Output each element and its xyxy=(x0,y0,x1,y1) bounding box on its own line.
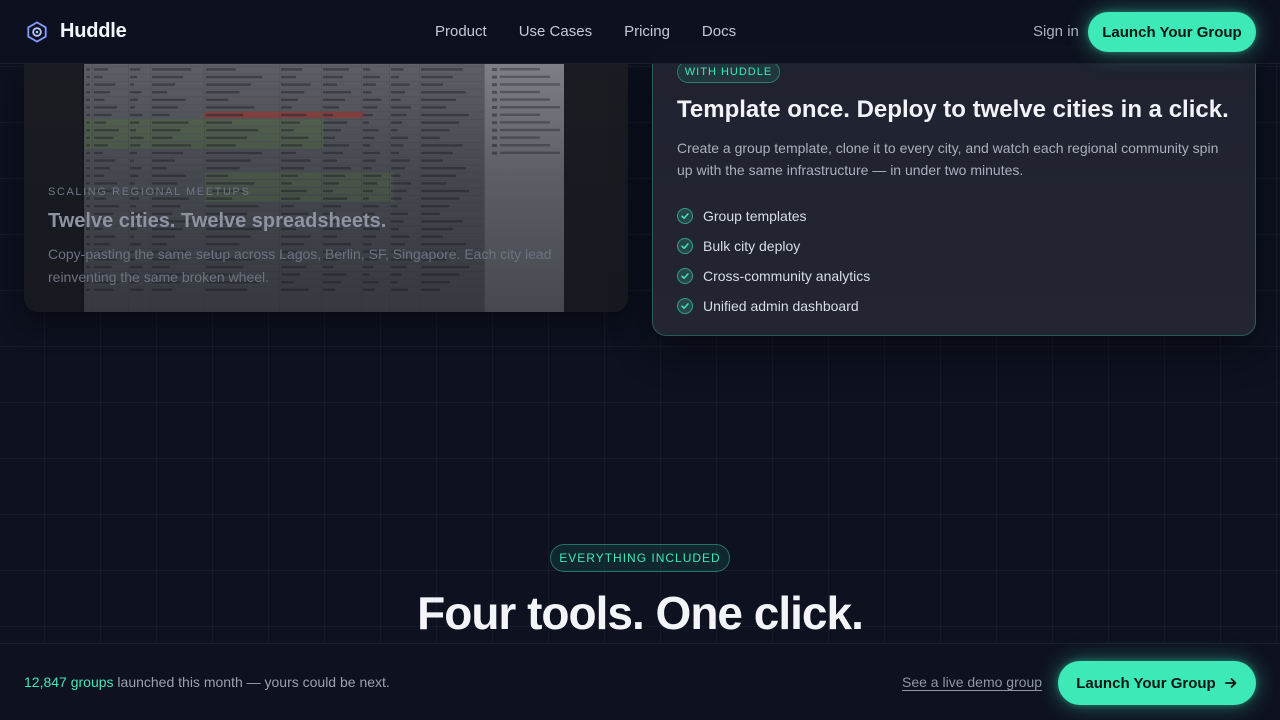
check-circle-icon xyxy=(677,298,693,314)
groups-count: 12,847 groups xyxy=(24,674,114,690)
section-title: Four tools. One click. xyxy=(417,587,864,639)
logo-icon xyxy=(27,20,47,43)
feature-label: Unified admin dashboard xyxy=(703,298,859,314)
nav-link-product[interactable]: Product xyxy=(435,23,487,40)
everything-included-badge: EVERYTHING INCLUDED xyxy=(550,544,730,572)
feature-list: Group templates Bulk city deploy Cross-c… xyxy=(677,201,870,321)
launch-group-footer-button[interactable]: Launch Your Group xyxy=(1058,661,1256,705)
launch-group-footer-label: Launch Your Group xyxy=(1076,674,1216,692)
brand[interactable]: Huddle xyxy=(26,20,127,43)
before-eyebrow: SCALING REGIONAL MEETUPS xyxy=(48,186,251,198)
before-card: SCALING REGIONAL MEETUPS Twelve cities. … xyxy=(24,64,628,312)
top-nav: Huddle Product Use Cases Pricing Docs Si… xyxy=(0,0,1280,64)
feature-label: Cross-community analytics xyxy=(703,268,871,284)
nav-link-pricing[interactable]: Pricing xyxy=(624,23,670,40)
live-demo-link[interactable]: See a live demo group xyxy=(902,674,1042,690)
nav-link-use-cases[interactable]: Use Cases xyxy=(519,23,592,40)
check-circle-icon xyxy=(677,268,693,284)
feature-item: Group templates xyxy=(677,201,870,231)
feature-item: Cross-community analytics xyxy=(677,261,870,291)
before-title: Twelve cities. Twelve spreadsheets. xyxy=(48,210,387,232)
nav-links: Product Use Cases Pricing Docs xyxy=(435,23,736,40)
before-description: Copy-pasting the same setup across Lagos… xyxy=(48,246,552,285)
feature-label: Bulk city deploy xyxy=(703,238,801,254)
launch-stats-text: 12,847 groups launched this month — your… xyxy=(24,674,390,690)
feature-label: Group templates xyxy=(703,208,807,224)
check-circle-icon xyxy=(677,208,693,224)
launch-stats-suffix: launched this month — yours could be nex… xyxy=(113,674,390,690)
arrow-right-icon xyxy=(1224,678,1237,688)
after-title: Template once. Deploy to twelve cities i… xyxy=(677,96,1229,123)
after-description: Create a group template, clone it to eve… xyxy=(677,140,1219,178)
launch-group-button[interactable]: Launch Your Group xyxy=(1088,12,1256,52)
after-card: WITH HUDDLE Template once. Deploy to twe… xyxy=(652,46,1256,336)
with-huddle-badge: WITH HUDDLE xyxy=(677,61,780,83)
brand-name: Huddle xyxy=(60,20,127,42)
feature-item: Bulk city deploy xyxy=(677,231,870,261)
feature-item: Unified admin dashboard xyxy=(677,291,870,321)
sign-in-link[interactable]: Sign in xyxy=(1033,23,1079,40)
sticky-cta-bar: 12,847 groups launched this month — your… xyxy=(0,643,1280,720)
check-circle-icon xyxy=(677,238,693,254)
nav-link-docs[interactable]: Docs xyxy=(702,23,736,40)
